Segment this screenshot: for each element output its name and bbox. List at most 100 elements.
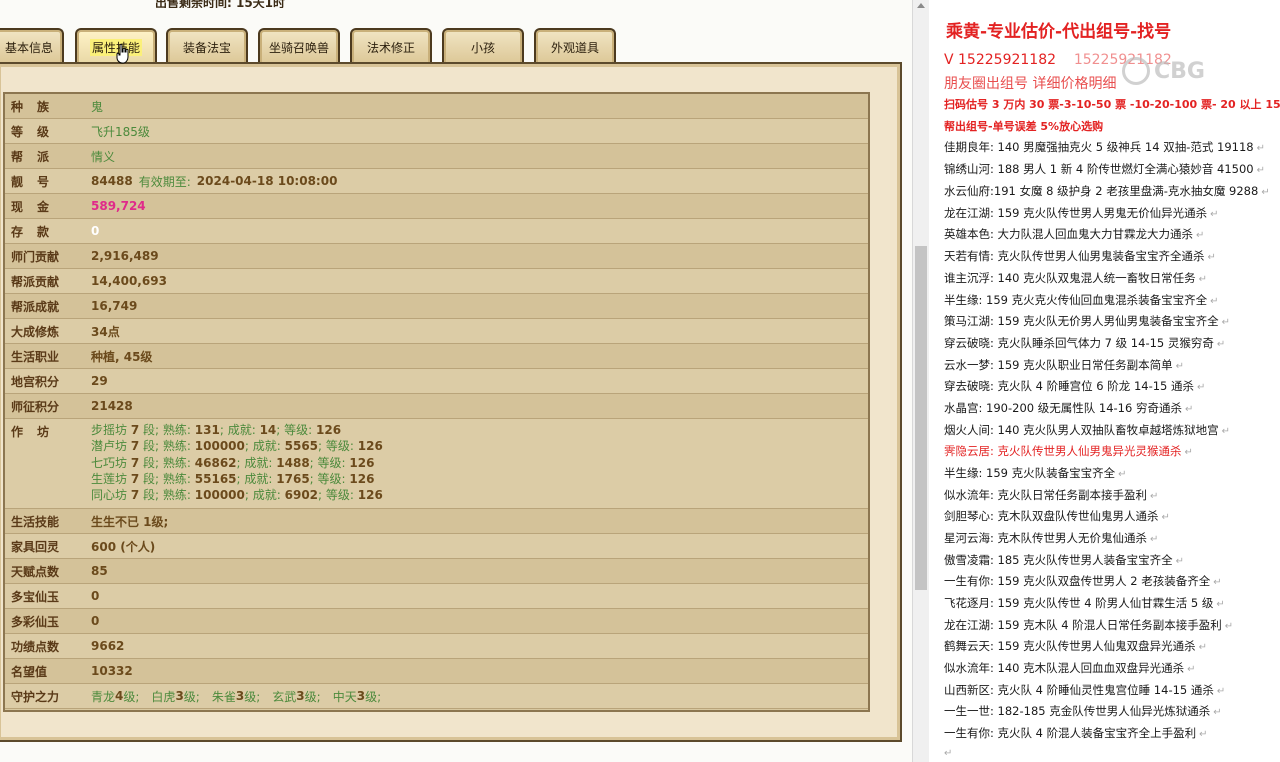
label-fame: 名望值 <box>11 664 48 679</box>
value-merit: 9662 <box>91 639 125 653</box>
value-cultivation: 34点 <box>91 324 120 339</box>
value-sect: 情义 <box>91 149 116 164</box>
row-deposit: 存款 0 <box>5 219 868 244</box>
price-list-document: 乘黄-专业估价-代出组号-找号 V 15225921182 1522592118… <box>929 0 1280 762</box>
row-furniture: 家具回灵 600 (个人) <box>5 534 868 559</box>
value-duocai-jade: 0 <box>91 614 100 628</box>
workshop-list: 步摇坊 7 段; 熟练: 131; 成就: 14; 等级: 126 潜卢坊 7 … <box>83 419 383 508</box>
row-palace-points: 地宫积分 29 <box>5 369 868 394</box>
account-line: 似水流年: 克火队日常任务副本接手盈利 ↵ <box>944 488 1159 502</box>
account-line: 一生一世: 182-185 克金队传世男人仙异光炼狱通杀 ↵ <box>944 704 1222 718</box>
value-level: 飞升185级 <box>91 124 150 139</box>
label-master-contribution: 师门贡献 <box>11 249 60 264</box>
label-level: 等级 <box>11 124 64 139</box>
account-line: 半生缘: 159 克火队装备宝宝齐全 ↵ <box>944 466 1127 480</box>
vertical-scrollbar[interactable] <box>912 0 929 762</box>
label-cultivation: 大成修炼 <box>11 324 60 339</box>
tab-basic-info[interactable]: 基本信息 <box>0 28 64 64</box>
label-special-id: 靓号 <box>11 174 64 189</box>
watermark-logo: CBG <box>1122 56 1262 86</box>
workshop-item: 生莲坊 7 段; 熟练: 55165; 成就: 1765; 等级: 126 <box>91 471 375 486</box>
label-sect: 帮派 <box>11 149 64 164</box>
value-special-id: 84488 有效期至: 2024-04-18 10:08:00 <box>91 174 338 189</box>
workshop-item: 步摇坊 7 段; 熟练: 131; 成就: 14; 等级: 126 <box>91 423 342 437</box>
scroll-up-arrow-icon[interactable] <box>917 3 925 8</box>
workshop-item: 潜卢坊 7 段; 熟练: 100000; 成就: 5565; 等级: 126 <box>91 439 383 454</box>
tab-spell-correction[interactable]: 法术修正 <box>350 28 432 64</box>
doc-moments: 朋友圈出组号 详细价格明细 <box>944 76 1117 92</box>
scrollbar-thumb[interactable] <box>915 246 927 590</box>
account-line: 剑胆琴心: 克木队双盘队传世仙鬼男人通杀 ↵ <box>944 509 1170 523</box>
account-line: 一生有你: 159 克火队双盘传世男人 2 老孩装备齐全 ↵ <box>944 574 1222 588</box>
label-life-job: 生活职业 <box>11 349 60 364</box>
account-line: 锦绣山河: 188 男人 1 新 4 阶传世燃灯全满心猿妙音 41500 ↵ <box>944 162 1266 176</box>
row-level: 等级 飞升185级 <box>5 119 868 144</box>
row-cultivation: 大成修炼 34点 <box>5 319 868 344</box>
value-life-skill: 生生不已 1级; <box>91 514 169 529</box>
label-duocai-jade: 多彩仙玉 <box>11 614 60 629</box>
account-line: 水云仙府:191 女魔 8 级护身 2 老孩里盘满-克水抽女魔 9288 ↵ <box>944 184 1270 198</box>
row-guild-contribution: 帮派贡献 14,400,693 <box>5 269 868 294</box>
tab-appearance[interactable]: 外观道具 <box>534 28 616 64</box>
row-master-contribution: 师门贡献 2,916,489 <box>5 244 868 269</box>
value-race: 鬼 <box>91 99 104 114</box>
tab-children[interactable]: 小孩 <box>442 28 524 64</box>
value-duobao-jade: 0 <box>91 589 100 603</box>
account-line: 龙在江湖: 159 克火队传世男人男鬼无价仙异光通杀 ↵ <box>944 206 1219 220</box>
row-guardian: 守护之力 青龙 4 级; 白虎 3 级; 朱雀 3 级; 玄武 3 级; 中天 3 级; <box>5 684 868 709</box>
row-duobao-jade: 多宝仙玉 0 <box>5 584 868 609</box>
row-duocai-jade: 多彩仙玉 0 <box>5 609 868 634</box>
label-talent: 天赋点数 <box>11 564 60 579</box>
label-duobao-jade: 多宝仙玉 <box>11 589 60 604</box>
tab-equipment[interactable]: 装备法宝 <box>166 28 248 64</box>
account-line: 穿去破晓: 克火队 4 阶睡宫位 6 阶龙 14-15 通杀 ↵ <box>944 379 1206 393</box>
attributes-panel: 种族 鬼 等级 飞升185级 帮派 情义 靓号 84488 有效期至: 2024… <box>0 62 902 742</box>
label-expedition-points: 师征积分 <box>11 399 60 414</box>
row-merit: 功绩点数 9662 <box>5 634 868 659</box>
account-line: 水晶宫: 190-200 级无属性队 14-16 穷奇通杀 ↵ <box>944 401 1194 415</box>
row-special-id: 靓号 84488 有效期至: 2024-04-18 10:08:00 <box>5 169 868 194</box>
value-fame: 10332 <box>91 664 133 678</box>
watermark-logo-icon <box>1122 57 1150 85</box>
label-guardian: 守护之力 <box>11 689 60 704</box>
row-life-job: 生活职业 种植, 45级 <box>5 344 868 369</box>
sale-time-caption: 出售剩余时间: 15天1时 <box>155 0 286 8</box>
label-race: 种族 <box>11 99 64 114</box>
empty-paragraph: ↵ <box>944 748 953 759</box>
row-cash: 现金 589,724 <box>5 194 868 219</box>
account-line: 策马江湖: 159 克火队无价男人男仙男鬼装备宝宝齐全 ↵ <box>944 314 1231 328</box>
row-guild-achievement: 帮派成就 16,749 <box>5 294 868 319</box>
hand-cursor-icon <box>116 44 129 64</box>
label-guild-contribution: 帮派贡献 <box>11 274 60 289</box>
row-life-skill: 生活技能 生生不已 1级; <box>5 509 868 534</box>
label-merit: 功绩点数 <box>11 639 60 654</box>
label-workshops: 作坊 <box>11 425 64 439</box>
row-talent: 天赋点数 85 <box>5 559 868 584</box>
label-guild-achievement: 帮派成就 <box>11 299 60 314</box>
label-deposit: 存款 <box>11 224 64 239</box>
tab-mounts-pets[interactable]: 坐骑召唤兽 <box>258 28 340 64</box>
doc-heading: 乘黄-专业估价-代出组号-找号 <box>946 22 1172 42</box>
value-cash: 589,724 <box>91 199 146 213</box>
value-deposit: 0 <box>91 224 100 238</box>
value-expedition-points: 21428 <box>91 399 133 413</box>
account-line: 鹤舞云天: 159 克火队传世男人仙鬼双盘异光通杀 ↵ <box>944 639 1208 653</box>
row-sect: 帮派 情义 <box>5 144 868 169</box>
row-race: 种族 鬼 <box>5 94 868 119</box>
label-palace-points: 地宫积分 <box>11 374 60 389</box>
workshop-item: 七巧坊 7 段; 熟练: 46862; 成就: 1488; 等级: 126 <box>91 455 375 470</box>
value-palace-points: 29 <box>91 374 108 388</box>
label-cash: 现金 <box>11 199 64 214</box>
value-master-contribution: 2,916,489 <box>91 249 159 263</box>
account-line: 傲雪凌霜: 185 克火队传世男人装备宝宝齐全 ↵ <box>944 553 1185 567</box>
attributes-table: 种族 鬼 等级 飞升185级 帮派 情义 靓号 84488 有效期至: 2024… <box>3 92 870 712</box>
account-line: 英雄本色: 大力队混人回血鬼大力甘霖龙大力通杀 ↵ <box>944 227 1205 241</box>
value-guardian: 青龙 4 级; 白虎 3 级; 朱雀 3 级; 玄武 3 级; 中天 3 级; <box>91 689 382 704</box>
account-line: 天若有情: 克火队传世男人仙男鬼装备宝宝齐全通杀 ↵ <box>944 249 1216 263</box>
game-window: 出售剩余时间: 15天1时 基本信息 属性技能 装备法宝 坐骑召唤兽 法术修正 … <box>0 0 912 762</box>
account-line: 烟火人间: 140 克火队男人双抽队畜牧卓越塔炼狱地宫 ↵ <box>944 423 1231 437</box>
account-line: 龙在江湖: 159 克木队 4 阶混人日常任务副本接手盈利 ↵ <box>944 618 1234 632</box>
row-workshops: 作坊 步摇坊 7 段; 熟练: 131; 成就: 14; 等级: 126 潜卢坊… <box>5 419 868 509</box>
account-line: 云水一梦: 159 克火队职业日常任务副本简单 ↵ <box>944 358 1185 372</box>
label-life-skill: 生活技能 <box>11 514 60 529</box>
